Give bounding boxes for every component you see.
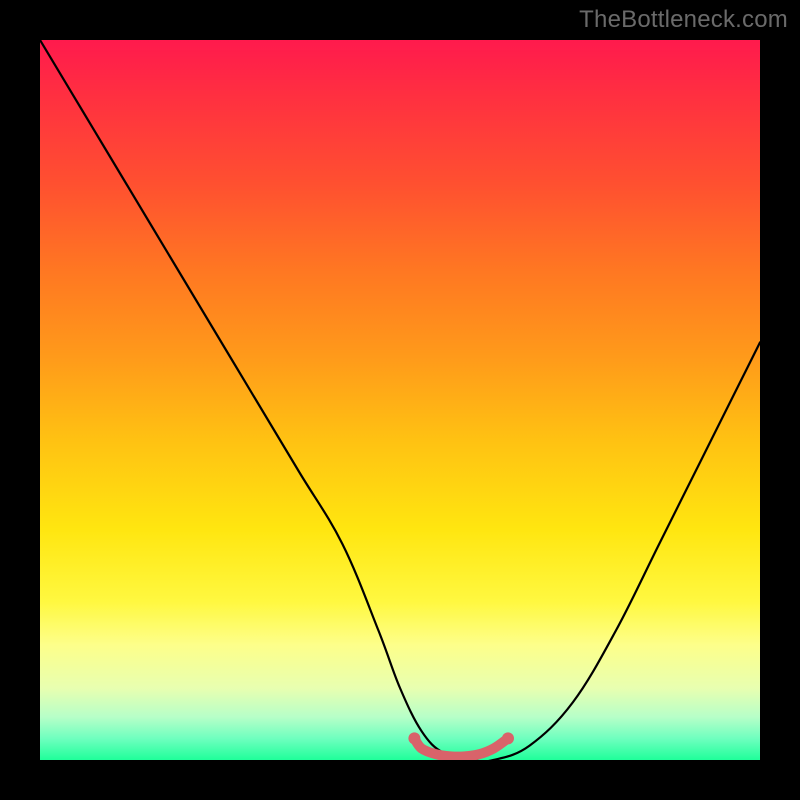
- chart-frame: TheBottleneck.com: [0, 0, 800, 800]
- bottleneck-curve-line: [40, 40, 760, 760]
- optimal-range-marker-dot-right: [502, 732, 514, 744]
- watermark-text: TheBottleneck.com: [579, 6, 788, 34]
- optimal-range-marker-dot-left: [408, 732, 420, 744]
- chart-svg: [40, 40, 760, 760]
